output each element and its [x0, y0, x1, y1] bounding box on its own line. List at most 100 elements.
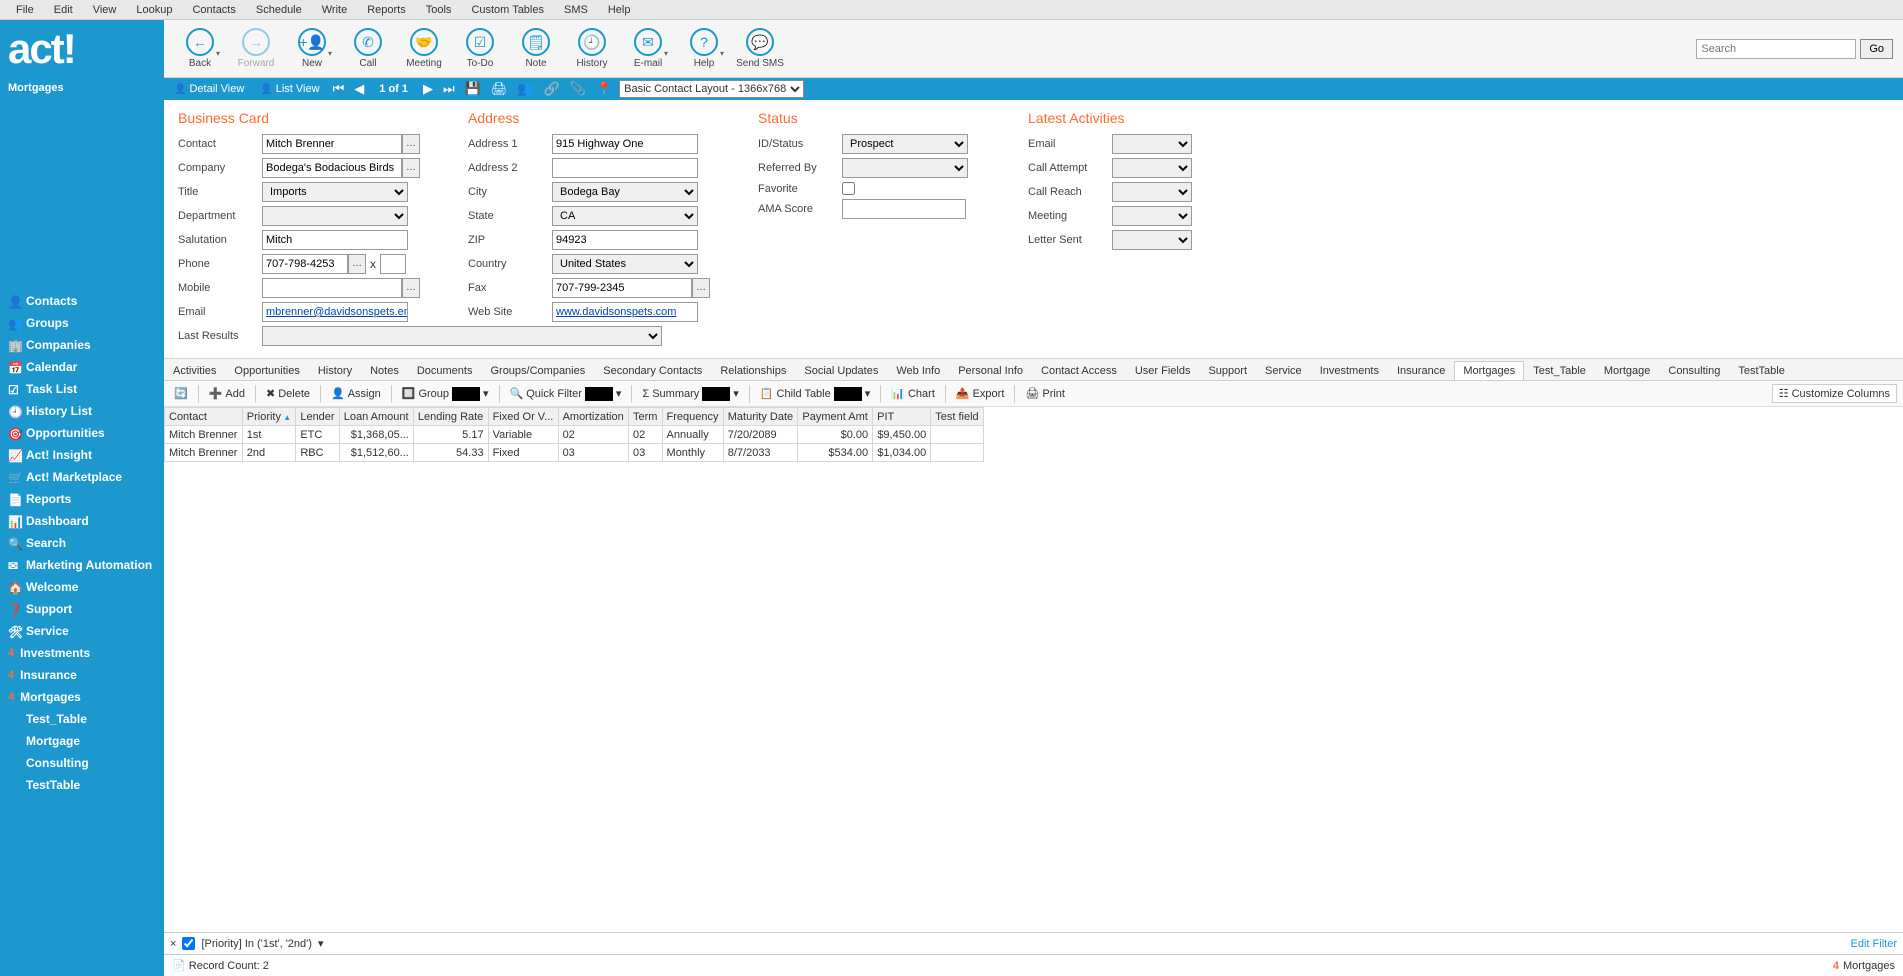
sidebar-item-testtable[interactable]: TestTable: [0, 774, 164, 796]
delete-button[interactable]: ✖ Delete: [260, 385, 316, 402]
detail-view-button[interactable]: Detail View: [168, 83, 250, 95]
tab-support[interactable]: Support: [1199, 361, 1256, 380]
tab-testtable[interactable]: TestTable: [1729, 361, 1793, 380]
table-row[interactable]: Mitch Brenner2ndRBC$1,512,60...54.33Fixe…: [165, 444, 984, 462]
sidebar-item-task-list[interactable]: ☑Task List: [0, 378, 164, 400]
call-button[interactable]: ✆Call: [340, 28, 396, 69]
tab-consulting[interactable]: Consulting: [1659, 361, 1729, 380]
la-callattempt-select[interactable]: [1112, 158, 1192, 178]
sidebar-item-investments[interactable]: 4Investments: [0, 642, 164, 664]
sidebar-item-opportunities[interactable]: 🎯Opportunities: [0, 422, 164, 444]
contact-lookup-button[interactable]: …: [402, 134, 420, 154]
sidebar-item-support[interactable]: ❓Support: [0, 598, 164, 620]
mortgages-grid[interactable]: ContactPriorityLenderLoan AmountLending …: [164, 407, 1903, 932]
meeting-icon[interactable]: 👥: [514, 81, 536, 97]
fax-input[interactable]: [552, 278, 692, 298]
tab-documents[interactable]: Documents: [408, 361, 482, 380]
table-row[interactable]: Mitch Brenner1stETC$1,368,05...5.17Varia…: [165, 426, 984, 444]
contact-input[interactable]: [262, 134, 402, 154]
tab-insurance[interactable]: Insurance: [1388, 361, 1454, 380]
go-button[interactable]: Go: [1860, 39, 1893, 59]
map-pin-icon[interactable]: 📍: [593, 81, 615, 97]
referred-select[interactable]: [842, 158, 968, 178]
la-lettersent-select[interactable]: [1112, 230, 1192, 250]
col-header[interactable]: Frequency: [662, 408, 723, 426]
ama-input[interactable]: [842, 199, 966, 219]
phone-ext-input[interactable]: [380, 254, 406, 274]
filter-clear-button[interactable]: ×: [170, 938, 176, 950]
website-link[interactable]: www.davidsonspets.com: [556, 306, 676, 318]
filter-expression[interactable]: [Priority] In ('1st', '2nd'): [201, 938, 312, 950]
col-header[interactable]: PIT: [873, 408, 931, 426]
col-header[interactable]: Maturity Date: [723, 408, 798, 426]
sidebar-item-insurance[interactable]: 4Insurance: [0, 664, 164, 686]
sidebar-item-service[interactable]: 🛠Service: [0, 620, 164, 642]
quickfilter-button[interactable]: 🔍 Quick Filter ▾: [504, 385, 628, 403]
sidebar-item-test-table[interactable]: Test_Table: [0, 708, 164, 730]
nav-prev-icon[interactable]: ◀: [351, 81, 367, 97]
menu-edit[interactable]: Edit: [44, 2, 83, 18]
tab-groups-companies[interactable]: Groups/Companies: [481, 361, 594, 380]
title-select[interactable]: Imports: [262, 182, 408, 202]
favorite-checkbox[interactable]: [842, 182, 855, 195]
list-view-button[interactable]: List View: [254, 83, 325, 95]
col-header[interactable]: Lending Rate: [413, 408, 488, 426]
sidebar-item-act-insight[interactable]: 📈Act! Insight: [0, 444, 164, 466]
sidebar-item-calendar[interactable]: 📅Calendar: [0, 356, 164, 378]
summary-button[interactable]: Σ Summary ▾: [636, 385, 744, 403]
tab-personal-info[interactable]: Personal Info: [949, 361, 1032, 380]
salutation-input[interactable]: [262, 230, 408, 250]
customize-columns-button[interactable]: ☷ Customize Columns: [1772, 384, 1897, 403]
col-header[interactable]: Priority: [242, 408, 296, 426]
idstatus-select[interactable]: Prospect: [842, 134, 968, 154]
menu-reports[interactable]: Reports: [357, 2, 416, 18]
col-header[interactable]: Lender: [296, 408, 339, 426]
meeting-button[interactable]: 🤝Meeting: [396, 28, 452, 69]
sidebar-item-companies[interactable]: 🏢Companies: [0, 334, 164, 356]
menu-tools[interactable]: Tools: [416, 2, 462, 18]
todo-button[interactable]: ☑To-Do: [452, 28, 508, 69]
sidebar-item-reports[interactable]: 📄Reports: [0, 488, 164, 510]
note-button[interactable]: 🗒Note: [508, 28, 564, 69]
childtable-button[interactable]: 📋 Child Table ▾: [754, 385, 876, 403]
la-meeting-select[interactable]: [1112, 206, 1192, 226]
menu-write[interactable]: Write: [312, 2, 357, 18]
nav-last-icon[interactable]: ⏭: [440, 81, 458, 97]
col-header[interactable]: Loan Amount: [339, 408, 413, 426]
la-callreach-select[interactable]: [1112, 182, 1192, 202]
sidebar-item-dashboard[interactable]: 📊Dashboard: [0, 510, 164, 532]
mobile-input[interactable]: [262, 278, 402, 298]
col-header[interactable]: Term: [628, 408, 662, 426]
nav-next-icon[interactable]: ▶: [420, 81, 436, 97]
col-header[interactable]: Fixed Or V...: [488, 408, 558, 426]
col-header[interactable]: Payment Amt: [798, 408, 873, 426]
col-header[interactable]: Amortization: [558, 408, 628, 426]
phone-input[interactable]: [262, 254, 348, 274]
sidebar-item-contacts[interactable]: 👤Contacts: [0, 290, 164, 312]
menu-custom-tables[interactable]: Custom Tables: [461, 2, 554, 18]
tab-service[interactable]: Service: [1256, 361, 1311, 380]
sidebar-item-welcome[interactable]: 🏠Welcome: [0, 576, 164, 598]
tab-mortgages[interactable]: Mortgages: [1454, 361, 1524, 380]
tab-web-info[interactable]: Web Info: [887, 361, 949, 380]
nav-first-icon[interactable]: ⏮: [330, 81, 348, 97]
zip-input[interactable]: [552, 230, 698, 250]
tab-notes[interactable]: Notes: [361, 361, 408, 380]
menu-lookup[interactable]: Lookup: [126, 2, 182, 18]
tab-opportunities[interactable]: Opportunities: [225, 361, 308, 380]
sidebar-item-history-list[interactable]: 🕘History List: [0, 400, 164, 422]
sidebar-item-mortgage[interactable]: Mortgage: [0, 730, 164, 752]
col-header[interactable]: Test field: [931, 408, 984, 426]
la-email-select[interactable]: [1112, 134, 1192, 154]
tab-test-table[interactable]: Test_Table: [1524, 361, 1595, 380]
refresh-button[interactable]: 🔄: [168, 385, 194, 402]
filter-dropdown-icon[interactable]: ▾: [318, 937, 324, 950]
edit-filter-link[interactable]: Edit Filter: [1851, 938, 1897, 950]
sidebar-item-consulting[interactable]: Consulting: [0, 752, 164, 774]
city-select[interactable]: Bodega Bay: [552, 182, 698, 202]
print-button[interactable]: 🖨 Print: [1019, 385, 1071, 402]
sidebar-item-mortgages[interactable]: 4Mortgages: [0, 686, 164, 708]
back-button[interactable]: ←Back▾: [172, 28, 228, 69]
sidebar-item-marketing-automation[interactable]: ✉Marketing Automation: [0, 554, 164, 576]
country-select[interactable]: United States: [552, 254, 698, 274]
